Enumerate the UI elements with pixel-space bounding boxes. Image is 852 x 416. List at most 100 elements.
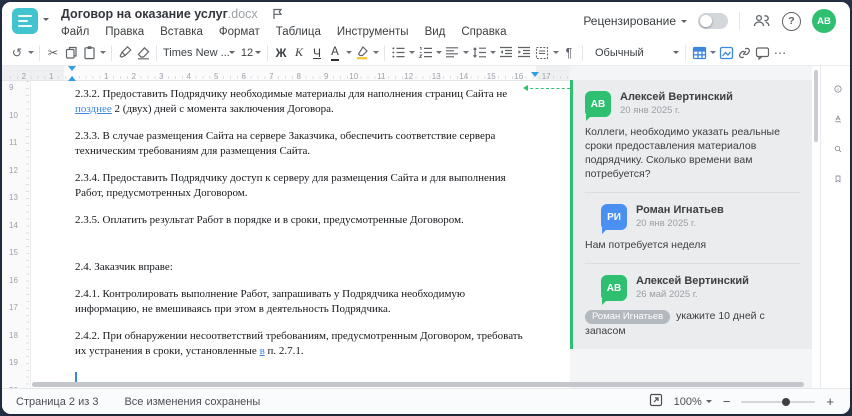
- font-size-select[interactable]: 12: [237, 43, 263, 63]
- comment-anchor-line: [523, 84, 570, 91]
- review-mode-label: Рецензирование: [583, 14, 676, 28]
- bookmark-button[interactable]: [828, 169, 848, 189]
- insert-table-button[interactable]: [690, 43, 708, 63]
- review-mode-dropdown[interactable]: Рецензирование: [583, 14, 687, 28]
- line-spacing-dropdown[interactable]: [488, 43, 497, 63]
- text-run: Работ, предусмотренных Договором.: [75, 186, 248, 199]
- text-run: 2.4.1. Контролировать выполнение Работ, …: [75, 288, 466, 300]
- comment[interactable]: АВ Алексей Вертинский 26 май 2025 г. Роман …: [585, 263, 800, 338]
- help-button[interactable]: ?: [782, 11, 801, 31]
- search-button[interactable]: [828, 139, 848, 159]
- indent-marker-right[interactable]: [531, 72, 539, 81]
- document-page[interactable]: 2.3.2. Предоставить Подрядчику необходим…: [31, 81, 570, 388]
- menu-item[interactable]: Таблица: [276, 26, 321, 38]
- decrease-indent-button[interactable]: [497, 43, 515, 63]
- zoom-select[interactable]: 100%: [674, 396, 712, 408]
- scrollbar-thumb[interactable]: [32, 382, 804, 387]
- show-formatting-button[interactable]: ¶: [560, 43, 578, 63]
- italic-button[interactable]: К: [290, 43, 308, 63]
- comment[interactable]: АВ Алексей Вертинский 20 янв 2025 г. Коллег…: [585, 91, 800, 181]
- style-select[interactable]: Обычный: [587, 43, 681, 63]
- menu-item[interactable]: Правка: [105, 26, 144, 38]
- menu-item[interactable]: Вставка: [160, 26, 203, 38]
- menu-item[interactable]: Вид: [425, 26, 446, 38]
- ruler-number: 11: [9, 138, 18, 147]
- comment-header: АВ Алексей Вертинский 20 янв 2025 г.: [585, 91, 800, 121]
- font-name-select[interactable]: Times New ...: [161, 43, 237, 63]
- comment-thread[interactable]: АВ Алексей Вертинский 20 янв 2025 г. Коллег…: [570, 80, 812, 349]
- zoom-out-button[interactable]: −: [721, 394, 733, 409]
- insert-image-button[interactable]: [717, 43, 735, 63]
- document-viewport: 91011121314151617181920 2.3.2. Предостав…: [2, 81, 570, 388]
- comment-avatar: РИ: [601, 204, 627, 234]
- comment-date: 20 янв 2025 г.: [620, 105, 681, 116]
- paragraph-border-dropdown[interactable]: [551, 43, 560, 63]
- ruler-number: 9: [9, 83, 14, 92]
- cut-button[interactable]: ✂: [44, 43, 62, 63]
- underline-button[interactable]: Ч: [308, 43, 326, 63]
- comment-button[interactable]: [753, 43, 771, 63]
- ruler-number: 15: [9, 248, 18, 257]
- paste-button[interactable]: [80, 43, 98, 63]
- highlight-dropdown[interactable]: [371, 43, 380, 63]
- page-indicator[interactable]: Страница 2 из 3: [16, 396, 98, 408]
- comment-text-run: Коллеги, необходимо указать реальные сро…: [585, 126, 780, 180]
- font-color-button[interactable]: А: [326, 43, 344, 63]
- highlight-button[interactable]: [353, 43, 371, 63]
- comment-author: Роман Игнатьев: [636, 204, 724, 216]
- menu-item[interactable]: Инструменты: [337, 26, 409, 38]
- numbered-list-dropdown[interactable]: [434, 43, 443, 63]
- menu-item[interactable]: Справка: [461, 26, 506, 38]
- font-color-dropdown[interactable]: [344, 43, 353, 63]
- menu-item[interactable]: Файл: [61, 26, 89, 38]
- help-glyph: ?: [788, 15, 795, 27]
- copy-button[interactable]: [62, 43, 80, 63]
- paragraph-border-button[interactable]: [533, 43, 551, 63]
- mention-pill[interactable]: Роман Игнатьев: [585, 310, 671, 324]
- ruler-number: 19: [9, 358, 18, 367]
- vertical-scrollbar[interactable]: [812, 66, 820, 388]
- clear-format-button[interactable]: [134, 43, 152, 63]
- zoom-slider[interactable]: [741, 397, 816, 406]
- info-button[interactable]: [828, 79, 848, 99]
- align-dropdown[interactable]: [461, 43, 470, 63]
- zoom-slider-handle[interactable]: [782, 397, 791, 406]
- style-value: Обычный: [595, 46, 644, 59]
- insert-link-button[interactable]: [735, 43, 753, 63]
- ruler-number: 18: [9, 330, 18, 340]
- undo-dropdown[interactable]: [26, 43, 35, 63]
- user-avatar[interactable]: АВ: [812, 9, 836, 33]
- paragraph: 2.3.4. Предоставить Подрядчику доступ к …: [75, 171, 538, 200]
- ruler-number: 12: [9, 165, 18, 175]
- bullet-list-dropdown[interactable]: [407, 43, 416, 63]
- horizontal-scrollbar[interactable]: [32, 382, 804, 387]
- more-button[interactable]: ⋯: [771, 43, 789, 63]
- align-button[interactable]: [443, 43, 461, 63]
- format-painter-button[interactable]: [116, 43, 134, 63]
- spellcheck-button[interactable]: [828, 109, 848, 129]
- comment[interactable]: РИ Роман Игнатьев 20 янв 2025 г. Нам потреб…: [585, 192, 800, 252]
- divider: [384, 44, 385, 61]
- undo-button[interactable]: ↺: [8, 43, 26, 63]
- zoom-in-button[interactable]: +: [824, 394, 836, 409]
- menu-item[interactable]: Формат: [219, 26, 260, 38]
- bold-button[interactable]: Ж: [272, 43, 290, 63]
- comment-avatar: АВ: [585, 91, 611, 121]
- text-run: информацию, не вмешиваясь при этом в дея…: [75, 302, 391, 315]
- bullet-list-button[interactable]: [389, 43, 407, 63]
- flag-icon[interactable]: [268, 4, 288, 24]
- right-sidebar: [820, 66, 850, 388]
- numbered-list-button[interactable]: [416, 43, 434, 63]
- collaborators-button[interactable]: [751, 11, 771, 31]
- paste-dropdown[interactable]: [98, 43, 107, 63]
- fit-width-button[interactable]: [647, 393, 665, 410]
- review-toggle[interactable]: [698, 13, 728, 29]
- comments-panel: АВ Алексей Вертинский 20 янв 2025 г. Коллег…: [570, 66, 812, 388]
- indent-marker-left[interactable]: [68, 66, 76, 81]
- comment-date: 26 май 2025 г.: [636, 289, 698, 300]
- app-logo-button[interactable]: [12, 8, 49, 34]
- line-spacing-button[interactable]: [470, 43, 488, 63]
- insert-table-dropdown[interactable]: [708, 43, 717, 63]
- scrollbar-thumb[interactable]: [814, 70, 818, 142]
- increase-indent-button[interactable]: [515, 43, 533, 63]
